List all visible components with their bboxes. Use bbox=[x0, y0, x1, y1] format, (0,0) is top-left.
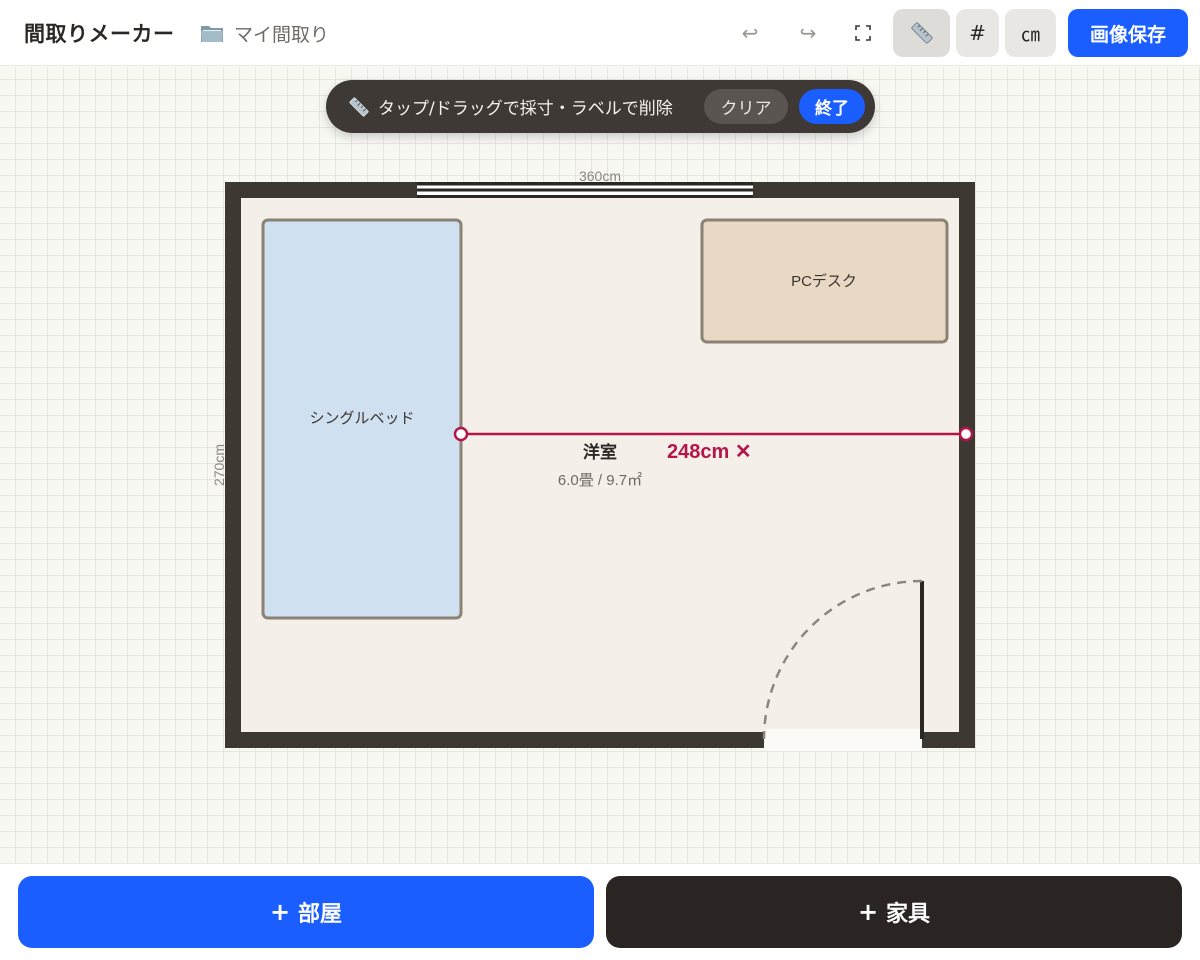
clear-button[interactable]: クリア bbox=[704, 89, 788, 124]
room-name[interactable]: 洋室 bbox=[583, 442, 617, 462]
plus-icon: + bbox=[269, 898, 291, 926]
floorplan-drawing: 360cm 270cm シングルベッド PCデスク 洋室 6.0畳 / 9.7㎡… bbox=[211, 168, 975, 751]
save-image-button[interactable]: 画像保存 bbox=[1068, 9, 1188, 57]
project-name: マイ間取り bbox=[234, 23, 330, 46]
measure-end-handle[interactable] bbox=[958, 426, 974, 442]
desk-label: PCデスク bbox=[791, 272, 857, 290]
add-room-label: 部屋 bbox=[298, 902, 343, 927]
undo-icon: ↩ bbox=[741, 21, 759, 45]
ruler-button[interactable] bbox=[893, 9, 950, 57]
furniture-single-bed[interactable]: シングルベッド bbox=[261, 218, 463, 620]
app-title: 間取りメーカー bbox=[24, 22, 175, 46]
plus-icon: + bbox=[857, 898, 879, 926]
room-height-label: 270cm bbox=[211, 444, 227, 486]
room-width-label: 360cm bbox=[579, 168, 621, 184]
folder-icon bbox=[201, 26, 223, 42]
window[interactable] bbox=[417, 182, 753, 198]
add-room-button[interactable]: + 部屋 bbox=[18, 876, 594, 948]
measure-hint: タップ/ドラッグで採寸・ラベルで削除 bbox=[378, 99, 673, 119]
measure-toolbar: タップ/ドラッグで採寸・ラベルで削除 クリア 終了 bbox=[326, 80, 875, 133]
redo-button[interactable]: ↪ bbox=[786, 9, 830, 57]
ruler-icon bbox=[910, 22, 933, 44]
grid-label: # bbox=[969, 21, 986, 45]
redo-icon: ↪ bbox=[799, 21, 817, 45]
bed-label: シングルベッド bbox=[309, 410, 414, 427]
grid-toggle-button[interactable]: # bbox=[956, 9, 999, 57]
room-area: 6.0畳 / 9.7㎡ bbox=[558, 472, 642, 489]
fullscreen-button[interactable] bbox=[842, 9, 884, 57]
unit-label: ㎝ bbox=[1020, 23, 1040, 46]
fullscreen-icon bbox=[855, 25, 871, 41]
measurement-label[interactable]: 248cm ✕ bbox=[667, 441, 752, 463]
app-header: 間取りメーカー マイ間取り ↩ ↪ # ㎝ 画像保存 bbox=[0, 0, 1200, 66]
ruler-icon bbox=[349, 97, 369, 117]
add-furniture-button[interactable]: + 家具 bbox=[606, 876, 1182, 948]
bottom-bar: + 部屋 + 家具 bbox=[0, 863, 1200, 960]
undo-button[interactable]: ↩ bbox=[728, 9, 772, 57]
measure-start-handle[interactable] bbox=[453, 426, 469, 442]
add-furniture-label: 家具 bbox=[886, 902, 931, 927]
unit-toggle-button[interactable]: ㎝ bbox=[1005, 9, 1056, 57]
floorplan-canvas[interactable]: 360cm 270cm シングルベッド PCデスク 洋室 6.0畳 / 9.7㎡… bbox=[0, 67, 1200, 863]
project-selector[interactable]: マイ間取り bbox=[200, 20, 329, 46]
furniture-pc-desk[interactable]: PCデスク bbox=[700, 218, 949, 344]
done-button[interactable]: 終了 bbox=[799, 89, 865, 124]
